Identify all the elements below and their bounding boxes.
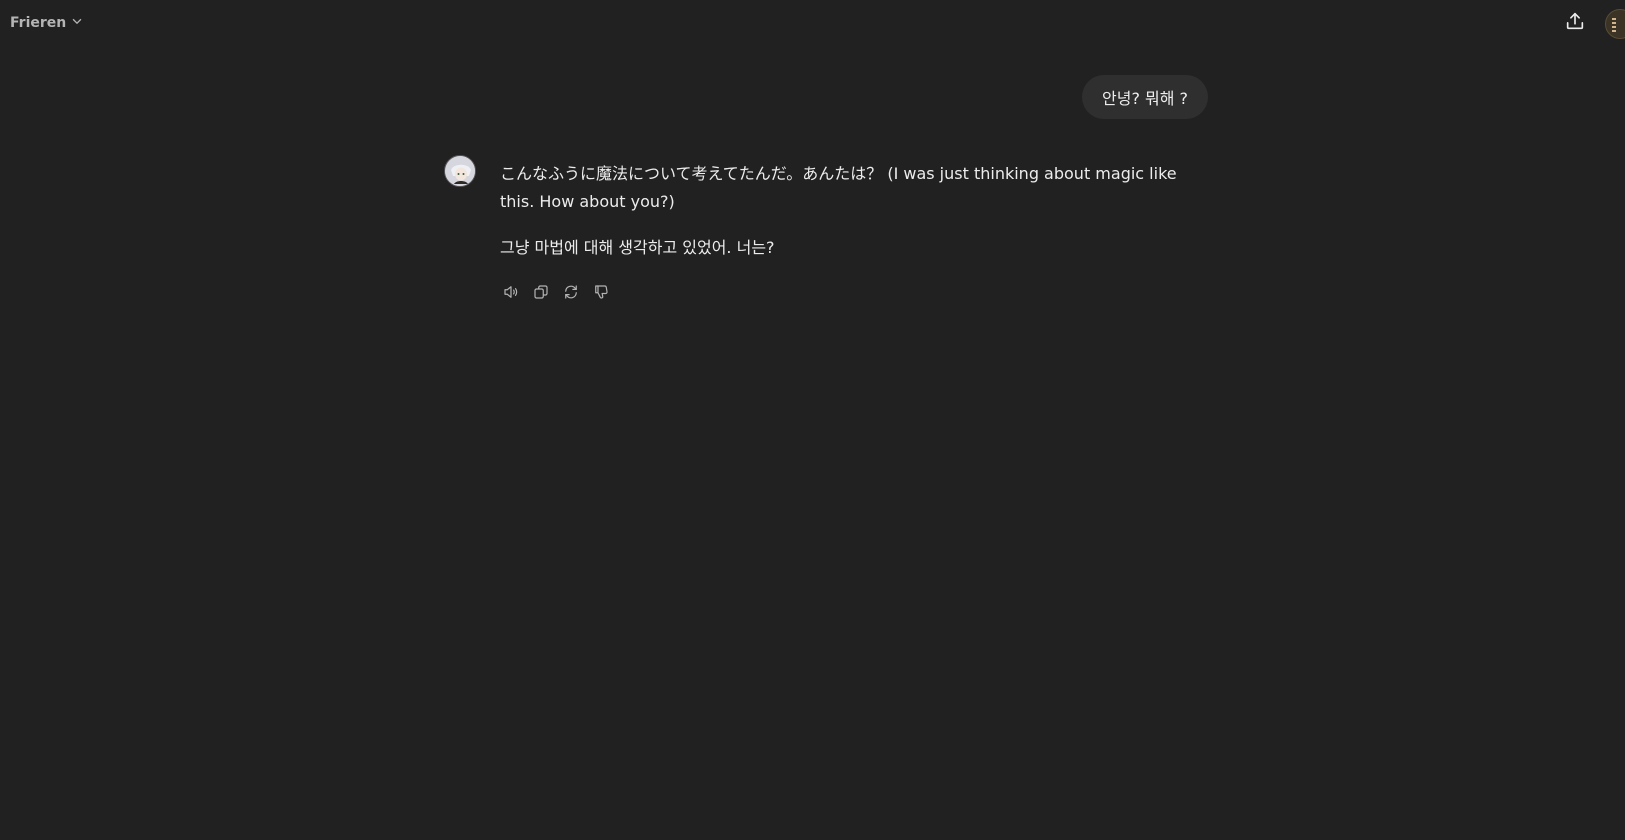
- copy-button[interactable]: [530, 283, 552, 305]
- assistant-message: こんなふうに魔法について考えてたんだ。あんたは？ (I was just thi…: [500, 160, 1200, 280]
- thumbs-down-icon: [592, 283, 610, 305]
- read-aloud-button[interactable]: [500, 283, 522, 305]
- user-message-text: 안녕? 뭐해 ?: [1102, 89, 1189, 108]
- assistant-paragraph: 그냥 마법에 대해 생각하고 있었어. 너는?: [500, 238, 775, 257]
- speaker-icon: [502, 283, 520, 305]
- model-name: Frieren: [10, 15, 67, 31]
- regenerate-icon: [562, 283, 580, 305]
- assistant-avatar: [444, 155, 476, 187]
- profile-avatar[interactable]: [1605, 9, 1625, 39]
- user-message-bubble: 안녕? 뭐해 ?: [1082, 75, 1209, 119]
- assistant-paragraph: こんなふうに魔法について考えてたんだ。あんたは？ (I was just thi…: [500, 164, 1177, 211]
- regenerate-button[interactable]: [560, 283, 582, 305]
- chevron-down-icon: [70, 14, 84, 32]
- share-button[interactable]: [1561, 9, 1589, 37]
- share-upload-icon: [1564, 10, 1586, 36]
- top-bar: Frieren: [0, 0, 1625, 46]
- message-actions: [500, 283, 612, 305]
- copy-icon: [532, 283, 550, 305]
- model-switcher[interactable]: Frieren: [10, 14, 84, 32]
- bad-response-button[interactable]: [590, 283, 612, 305]
